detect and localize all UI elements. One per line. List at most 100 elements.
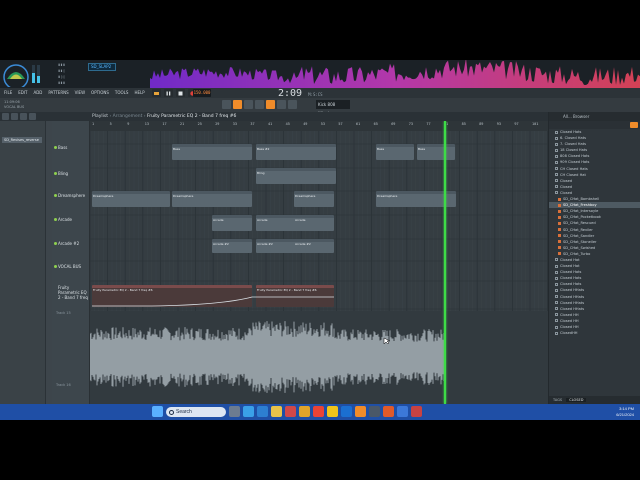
start-icon[interactable] (152, 406, 163, 417)
folder-icon[interactable] (271, 406, 282, 417)
folder-icon (555, 179, 558, 183)
clip-bass[interactable]: Bass (417, 144, 455, 160)
pattern-selector[interactable]: Kick 808 Wiggl.. (316, 100, 350, 116)
ruler-tick-label: 57 (338, 122, 343, 126)
playlist-grid[interactable]: 1 5 9 13 17 21 25 29 33 37 41 45 49 53 57 61 65 69 73 77 81 8… (90, 121, 548, 404)
track-led[interactable] (54, 242, 57, 245)
tool-7-button[interactable] (288, 100, 297, 109)
folder-icon (555, 307, 558, 311)
tempo-display[interactable]: 150.000 (193, 89, 211, 97)
browser-item-label: SD_CHat_Turbo (563, 251, 591, 256)
edge-icon[interactable] (243, 406, 254, 417)
track-led[interactable] (54, 265, 57, 268)
toggle-icon (154, 91, 159, 95)
pencil-icon[interactable] (20, 113, 27, 120)
track-name: Arcade #2 (58, 241, 80, 246)
app-icon[interactable] (383, 406, 394, 417)
menu-edit[interactable]: EDIT (18, 89, 27, 97)
track-name: VOCAL BUS (58, 264, 82, 269)
app-icon[interactable] (341, 406, 352, 417)
menu-file[interactable]: FILE (4, 89, 12, 97)
clip-arcade[interactable]: Arcade (256, 215, 296, 231)
folder-icon (555, 325, 558, 329)
audio-waveform[interactable] (90, 311, 548, 404)
clip-arcade[interactable]: Arcade (294, 215, 334, 231)
menu-help[interactable]: HELP (134, 89, 144, 97)
search-box[interactable]: Search (166, 406, 226, 417)
app-icon[interactable] (397, 406, 408, 417)
tool-6-button[interactable] (277, 100, 286, 109)
clip-bass-2[interactable]: Bass #2 (256, 144, 336, 160)
clip-arcade-2[interactable]: Arcade #2 (294, 239, 334, 253)
stop-button[interactable] (176, 89, 185, 97)
store-icon[interactable] (257, 406, 268, 417)
clip-dreamsphere[interactable]: Dreamsphere (294, 191, 334, 207)
tag-chip[interactable]: CLOSED (566, 398, 587, 402)
browser-folder-item[interactable]: ClosedHH (549, 330, 640, 336)
clock[interactable]: 3:14 PM 6/21/2024 (616, 406, 634, 418)
clip-bass[interactable]: Bass (376, 144, 414, 160)
clip-dreamsphere[interactable]: Dreamsphere (92, 191, 170, 207)
track-led[interactable] (54, 218, 57, 221)
browser-item-label: 909 Closed Hats (560, 160, 590, 165)
tags-label: TAGS (553, 398, 563, 402)
ruler-tick-label: 13 (144, 122, 150, 126)
explorer-icon[interactable] (327, 406, 338, 417)
tool-5-button[interactable] (266, 100, 275, 109)
track-led[interactable] (54, 194, 57, 197)
fl-studio-icon[interactable] (355, 406, 366, 417)
menu-view[interactable]: VIEW (75, 89, 85, 97)
ruler-tick-label: 21 (180, 122, 185, 126)
menu-add[interactable]: ADD (33, 89, 42, 97)
play-button[interactable] (164, 89, 173, 97)
magnet-icon[interactable] (11, 113, 18, 120)
pat-song-toggle[interactable] (152, 89, 161, 97)
browser-item-label: ClosedHH (560, 331, 578, 336)
brush-icon[interactable] (29, 113, 36, 120)
ruler-tick-label: 41 (268, 122, 273, 126)
menu-tools[interactable]: TOOLS (115, 89, 129, 97)
track-led[interactable] (54, 172, 57, 175)
snap-icon[interactable] (2, 113, 9, 120)
clip-dreamsphere[interactable]: Dreamsphere (172, 191, 252, 207)
track-label: Track 15 (56, 311, 71, 315)
app-icon[interactable] (369, 406, 380, 417)
tool-4-button[interactable] (255, 100, 264, 109)
clip-label: Bass (418, 147, 426, 151)
pause-icon (166, 91, 171, 95)
track-led[interactable] (54, 146, 57, 149)
browser-menu-button[interactable] (630, 122, 638, 128)
chrome-icon[interactable] (313, 406, 324, 417)
browser-item-label: Closed (560, 184, 573, 189)
ruler-tick-label: 85 (461, 122, 466, 126)
tool-2-button[interactable] (233, 100, 242, 109)
browser-item-label: 18 Closed Hats (560, 148, 588, 153)
browser-tags-bar: TAGS CLOSED (549, 396, 640, 404)
menu-patterns[interactable]: PATTERNS (48, 89, 68, 97)
app-icon[interactable] (411, 406, 422, 417)
clip-arcade-2[interactable]: Arcade #2 (256, 239, 296, 253)
tool-3-button[interactable] (244, 100, 253, 109)
picker-item[interactable]: SD_Revises_reverse (2, 137, 42, 143)
project-info (420, 88, 480, 98)
arrangement-label[interactable]: › Arrangement › (109, 114, 145, 119)
playlist-label: Playlist (92, 114, 108, 119)
playhead[interactable] (444, 121, 446, 404)
track-name: Dreamsphere (58, 193, 86, 198)
photos-icon[interactable] (299, 406, 310, 417)
clip-label: Arcade #2 (213, 242, 229, 246)
clip-bling[interactable]: Bling (256, 168, 336, 184)
clip-arcade[interactable]: Arcade (212, 215, 252, 231)
menu-options[interactable]: OPTIONS (91, 89, 109, 97)
clip-arcade-2[interactable]: Arcade #2 (212, 239, 252, 253)
audio-file-icon (558, 197, 561, 201)
browser-item-label: SD_CHat_Stoneiler (563, 239, 597, 244)
task-view-icon[interactable] (229, 406, 240, 417)
folder-icon (555, 313, 558, 317)
tool-1-button[interactable] (222, 100, 231, 109)
browser-item-label: Closed Hats (560, 282, 582, 287)
mail-icon[interactable] (285, 406, 296, 417)
timeline-ruler[interactable]: 1 5 9 13 17 21 25 29 33 37 41 45 49 53 57 61 65 69 73 77 81 8… (90, 121, 548, 131)
screen: ▮▮▮ ▮▮▯ ▮▯▯ ▮▮▮ SD_SLAP2 FILE EDIT ADD PATT… (0, 0, 640, 480)
clip-bass[interactable]: Bass (172, 144, 252, 160)
